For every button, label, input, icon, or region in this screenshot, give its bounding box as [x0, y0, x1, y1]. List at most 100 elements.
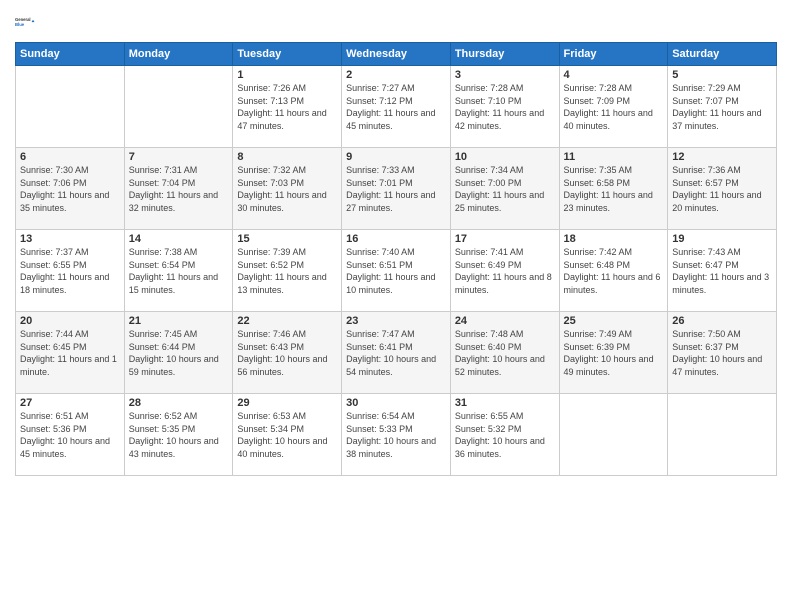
calendar-cell: 21Sunrise: 7:45 AM Sunset: 6:44 PM Dayli… [124, 312, 233, 394]
day-info: Sunrise: 6:55 AM Sunset: 5:32 PM Dayligh… [455, 410, 555, 460]
calendar-cell: 5Sunrise: 7:29 AM Sunset: 7:07 PM Daylig… [668, 66, 777, 148]
calendar-cell [16, 66, 125, 148]
day-info: Sunrise: 7:26 AM Sunset: 7:13 PM Dayligh… [237, 82, 337, 132]
calendar-cell: 2Sunrise: 7:27 AM Sunset: 7:12 PM Daylig… [342, 66, 451, 148]
day-number: 25 [564, 315, 664, 327]
day-number: 29 [237, 397, 337, 409]
page: GeneralBlue SundayMondayTuesdayWednesday… [0, 0, 792, 612]
week-row-3: 13Sunrise: 7:37 AM Sunset: 6:55 PM Dayli… [16, 230, 777, 312]
calendar-cell: 31Sunrise: 6:55 AM Sunset: 5:32 PM Dayli… [450, 394, 559, 476]
day-info: Sunrise: 7:50 AM Sunset: 6:37 PM Dayligh… [672, 328, 772, 378]
day-info: Sunrise: 7:37 AM Sunset: 6:55 PM Dayligh… [20, 246, 120, 296]
calendar-cell: 11Sunrise: 7:35 AM Sunset: 6:58 PM Dayli… [559, 148, 668, 230]
week-row-2: 6Sunrise: 7:30 AM Sunset: 7:06 PM Daylig… [16, 148, 777, 230]
day-number: 30 [346, 397, 446, 409]
day-info: Sunrise: 7:43 AM Sunset: 6:47 PM Dayligh… [672, 246, 772, 296]
day-info: Sunrise: 7:27 AM Sunset: 7:12 PM Dayligh… [346, 82, 446, 132]
day-info: Sunrise: 7:49 AM Sunset: 6:39 PM Dayligh… [564, 328, 664, 378]
week-row-1: 1Sunrise: 7:26 AM Sunset: 7:13 PM Daylig… [16, 66, 777, 148]
day-info: Sunrise: 7:39 AM Sunset: 6:52 PM Dayligh… [237, 246, 337, 296]
calendar-cell [668, 394, 777, 476]
weekday-header-row: SundayMondayTuesdayWednesdayThursdayFrid… [16, 43, 777, 66]
day-info: Sunrise: 7:40 AM Sunset: 6:51 PM Dayligh… [346, 246, 446, 296]
calendar-cell: 20Sunrise: 7:44 AM Sunset: 6:45 PM Dayli… [16, 312, 125, 394]
day-number: 24 [455, 315, 555, 327]
week-row-4: 20Sunrise: 7:44 AM Sunset: 6:45 PM Dayli… [16, 312, 777, 394]
calendar-cell: 22Sunrise: 7:46 AM Sunset: 6:43 PM Dayli… [233, 312, 342, 394]
day-number: 12 [672, 151, 772, 163]
day-number: 13 [20, 233, 120, 245]
weekday-header-friday: Friday [559, 43, 668, 66]
calendar-cell: 1Sunrise: 7:26 AM Sunset: 7:13 PM Daylig… [233, 66, 342, 148]
logo-icon: GeneralBlue [15, 10, 39, 34]
day-number: 1 [237, 69, 337, 81]
day-number: 16 [346, 233, 446, 245]
calendar-cell: 6Sunrise: 7:30 AM Sunset: 7:06 PM Daylig… [16, 148, 125, 230]
day-number: 6 [20, 151, 120, 163]
day-info: Sunrise: 7:36 AM Sunset: 6:57 PM Dayligh… [672, 164, 772, 214]
day-info: Sunrise: 7:34 AM Sunset: 7:00 PM Dayligh… [455, 164, 555, 214]
day-number: 8 [237, 151, 337, 163]
day-number: 2 [346, 69, 446, 81]
day-info: Sunrise: 7:35 AM Sunset: 6:58 PM Dayligh… [564, 164, 664, 214]
header: GeneralBlue [15, 10, 777, 34]
day-info: Sunrise: 7:46 AM Sunset: 6:43 PM Dayligh… [237, 328, 337, 378]
calendar-cell: 19Sunrise: 7:43 AM Sunset: 6:47 PM Dayli… [668, 230, 777, 312]
day-number: 4 [564, 69, 664, 81]
calendar-cell: 29Sunrise: 6:53 AM Sunset: 5:34 PM Dayli… [233, 394, 342, 476]
calendar-cell [124, 66, 233, 148]
calendar-cell: 30Sunrise: 6:54 AM Sunset: 5:33 PM Dayli… [342, 394, 451, 476]
calendar-cell: 8Sunrise: 7:32 AM Sunset: 7:03 PM Daylig… [233, 148, 342, 230]
calendar-cell: 16Sunrise: 7:40 AM Sunset: 6:51 PM Dayli… [342, 230, 451, 312]
day-info: Sunrise: 7:28 AM Sunset: 7:09 PM Dayligh… [564, 82, 664, 132]
weekday-header-sunday: Sunday [16, 43, 125, 66]
day-info: Sunrise: 7:28 AM Sunset: 7:10 PM Dayligh… [455, 82, 555, 132]
weekday-header-wednesday: Wednesday [342, 43, 451, 66]
day-info: Sunrise: 7:30 AM Sunset: 7:06 PM Dayligh… [20, 164, 120, 214]
day-info: Sunrise: 7:31 AM Sunset: 7:04 PM Dayligh… [129, 164, 229, 214]
day-number: 31 [455, 397, 555, 409]
calendar-cell: 23Sunrise: 7:47 AM Sunset: 6:41 PM Dayli… [342, 312, 451, 394]
week-row-5: 27Sunrise: 6:51 AM Sunset: 5:36 PM Dayli… [16, 394, 777, 476]
calendar-cell: 12Sunrise: 7:36 AM Sunset: 6:57 PM Dayli… [668, 148, 777, 230]
calendar-cell: 3Sunrise: 7:28 AM Sunset: 7:10 PM Daylig… [450, 66, 559, 148]
weekday-header-tuesday: Tuesday [233, 43, 342, 66]
day-number: 18 [564, 233, 664, 245]
day-info: Sunrise: 7:29 AM Sunset: 7:07 PM Dayligh… [672, 82, 772, 132]
calendar-cell: 4Sunrise: 7:28 AM Sunset: 7:09 PM Daylig… [559, 66, 668, 148]
day-info: Sunrise: 7:44 AM Sunset: 6:45 PM Dayligh… [20, 328, 120, 378]
weekday-header-saturday: Saturday [668, 43, 777, 66]
calendar-table: SundayMondayTuesdayWednesdayThursdayFrid… [15, 42, 777, 476]
calendar-cell: 28Sunrise: 6:52 AM Sunset: 5:35 PM Dayli… [124, 394, 233, 476]
day-number: 20 [20, 315, 120, 327]
day-number: 23 [346, 315, 446, 327]
day-number: 19 [672, 233, 772, 245]
day-info: Sunrise: 7:32 AM Sunset: 7:03 PM Dayligh… [237, 164, 337, 214]
day-info: Sunrise: 6:51 AM Sunset: 5:36 PM Dayligh… [20, 410, 120, 460]
day-info: Sunrise: 6:52 AM Sunset: 5:35 PM Dayligh… [129, 410, 229, 460]
day-info: Sunrise: 6:54 AM Sunset: 5:33 PM Dayligh… [346, 410, 446, 460]
day-info: Sunrise: 7:42 AM Sunset: 6:48 PM Dayligh… [564, 246, 664, 296]
day-info: Sunrise: 7:48 AM Sunset: 6:40 PM Dayligh… [455, 328, 555, 378]
calendar-cell: 7Sunrise: 7:31 AM Sunset: 7:04 PM Daylig… [124, 148, 233, 230]
day-number: 5 [672, 69, 772, 81]
day-info: Sunrise: 7:45 AM Sunset: 6:44 PM Dayligh… [129, 328, 229, 378]
day-info: Sunrise: 7:41 AM Sunset: 6:49 PM Dayligh… [455, 246, 555, 296]
day-number: 10 [455, 151, 555, 163]
day-info: Sunrise: 6:53 AM Sunset: 5:34 PM Dayligh… [237, 410, 337, 460]
day-info: Sunrise: 7:38 AM Sunset: 6:54 PM Dayligh… [129, 246, 229, 296]
svg-text:Blue: Blue [15, 22, 25, 27]
calendar-cell: 24Sunrise: 7:48 AM Sunset: 6:40 PM Dayli… [450, 312, 559, 394]
calendar-cell: 10Sunrise: 7:34 AM Sunset: 7:00 PM Dayli… [450, 148, 559, 230]
day-number: 7 [129, 151, 229, 163]
day-info: Sunrise: 7:33 AM Sunset: 7:01 PM Dayligh… [346, 164, 446, 214]
calendar-cell [559, 394, 668, 476]
day-info: Sunrise: 7:47 AM Sunset: 6:41 PM Dayligh… [346, 328, 446, 378]
logo: GeneralBlue [15, 10, 39, 34]
day-number: 22 [237, 315, 337, 327]
calendar-cell: 15Sunrise: 7:39 AM Sunset: 6:52 PM Dayli… [233, 230, 342, 312]
calendar-cell: 26Sunrise: 7:50 AM Sunset: 6:37 PM Dayli… [668, 312, 777, 394]
calendar-cell: 13Sunrise: 7:37 AM Sunset: 6:55 PM Dayli… [16, 230, 125, 312]
day-number: 3 [455, 69, 555, 81]
calendar-cell: 17Sunrise: 7:41 AM Sunset: 6:49 PM Dayli… [450, 230, 559, 312]
